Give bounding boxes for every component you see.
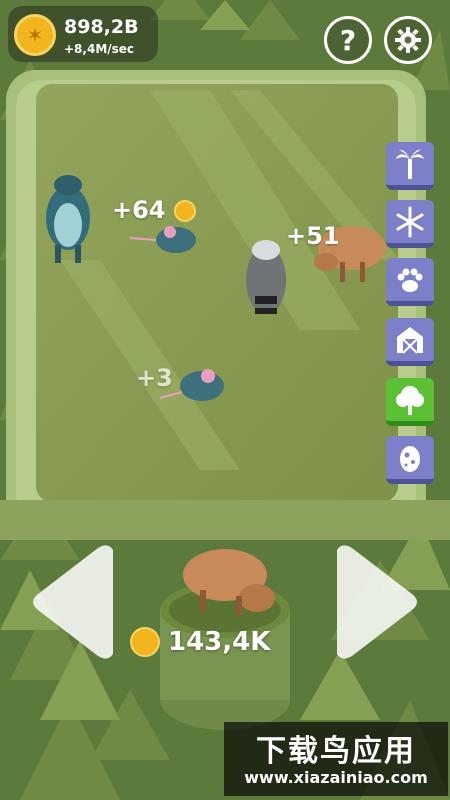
barn-icon [397,326,423,354]
snowflake-icon [396,206,424,237]
coin-icon [130,627,160,657]
egg-button[interactable] [386,436,434,484]
buy-animal-price[interactable]: 143,4K [130,622,270,662]
gear-icon [395,27,421,53]
paw-biome-button[interactable] [386,258,434,306]
settings-button[interactable] [384,16,432,64]
palm-biome-button[interactable] [386,142,434,190]
coin-icon: ✶ [14,14,56,56]
help-label: ? [339,23,357,57]
snow-biome-button[interactable] [386,200,434,248]
watermark-url: www.xiazainiao.com [244,768,428,787]
money-total: 898,2B [64,16,139,38]
tree-icon [396,385,424,415]
reward-popup: +3 [136,364,173,392]
egg-icon [400,445,420,472]
previous-animal-arrow[interactable] [28,542,128,662]
money-rate: +8,4M/sec [64,42,135,56]
watermark: 下载鸟应用 www.xiazainiao.com [224,722,448,796]
coin-icon [173,200,196,222]
game-scene: ✶ 898,2B +8,4M/sec ? +64 +51 +3 143,4K 下… [0,0,450,800]
palm-tree-icon [396,149,424,179]
reward-popup: +64 [112,196,196,224]
paw-print-icon [397,268,423,292]
forest-background [0,0,450,800]
forest-biome-button[interactable] [386,378,434,426]
reward-popup: +51 [286,222,340,250]
help-button[interactable]: ? [324,16,372,64]
next-animal-arrow[interactable] [322,542,422,662]
price-value: 143,4K [168,627,271,657]
watermark-title: 下载鸟应用 [256,734,416,769]
farm-biome-button[interactable] [386,318,434,366]
